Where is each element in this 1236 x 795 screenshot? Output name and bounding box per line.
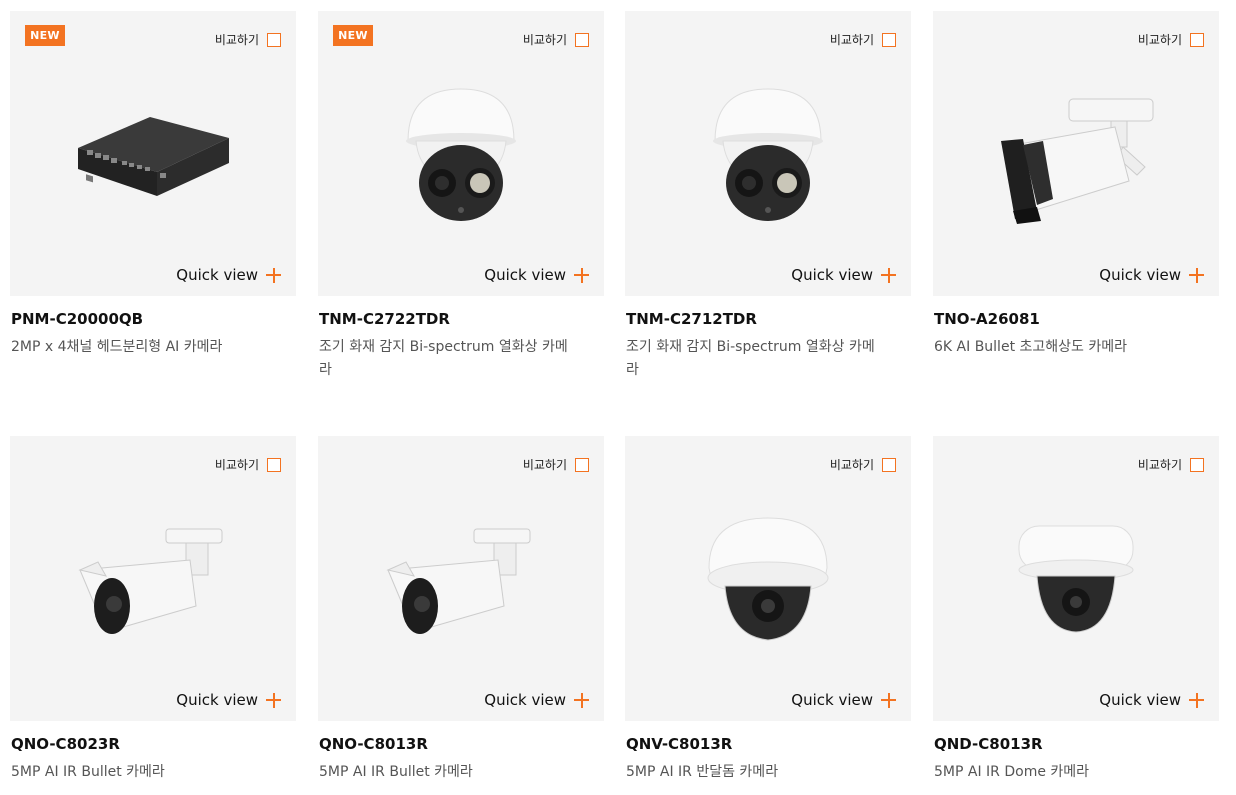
- product-description: 5MP AI IR Bullet 카메라: [319, 764, 473, 780]
- bullet-camera-icon: [386, 528, 531, 634]
- quick-view-label: Quick view: [176, 266, 258, 284]
- plus-icon: [574, 267, 589, 283]
- product-thumbnail[interactable]: 비교하기 Quick view: [933, 11, 1219, 296]
- plus-icon: [574, 692, 589, 708]
- large-bullet-camera-icon: [1001, 98, 1154, 224]
- bullet-camera-icon: [78, 528, 223, 634]
- plus-icon: [1189, 267, 1204, 283]
- quick-view-label: Quick view: [791, 691, 873, 709]
- product-description: 조기 화재 감지 Bi-spectrum 열화상 카메라: [319, 339, 568, 378]
- quick-view-label: Quick view: [1099, 266, 1181, 284]
- product-card[interactable]: 비교하기 Quick view QNV-C8013R 5MP AI IR 반달돔…: [625, 436, 911, 784]
- quick-view-label: Quick view: [176, 691, 258, 709]
- product-name[interactable]: TNO-A26081: [934, 310, 1219, 328]
- multi-channel-box-icon: [78, 117, 229, 196]
- product-name[interactable]: TNM-C2712TDR: [626, 310, 911, 328]
- dome-camera-icon: [1018, 525, 1134, 633]
- quick-view-label: Quick view: [1099, 691, 1181, 709]
- plus-icon: [1189, 692, 1204, 708]
- quick-view-button[interactable]: Quick view: [1099, 691, 1204, 709]
- product-name[interactable]: PNM-C20000QB: [11, 310, 296, 328]
- vandal-dome-camera-icon: [707, 517, 829, 641]
- thermal-turret-camera-icon: [713, 88, 823, 221]
- product-name[interactable]: QNV-C8013R: [626, 735, 911, 753]
- quick-view-label: Quick view: [791, 266, 873, 284]
- product-card[interactable]: 비교하기 Quick view QNO-C8013R 5MP AI IR Bul…: [318, 436, 604, 784]
- product-card[interactable]: 비교하기 Quick view QND-C8013R 5MP AI IR Dom…: [933, 436, 1219, 784]
- quick-view-button[interactable]: Quick view: [791, 266, 896, 284]
- quick-view-button[interactable]: Quick view: [176, 691, 281, 709]
- product-thumbnail[interactable]: 비교하기 Quick view: [933, 436, 1219, 721]
- product-thumbnail[interactable]: 비교하기 Quick view: [318, 436, 604, 721]
- product-card[interactable]: 비교하기 Quick view TNO-A26081 6K AI Bullet …: [933, 11, 1219, 359]
- plus-icon: [881, 692, 896, 708]
- thermal-turret-camera-icon: [406, 88, 516, 221]
- quick-view-label: Quick view: [484, 691, 566, 709]
- product-thumbnail[interactable]: NEW 비교하기 Quick view: [10, 11, 296, 296]
- product-description: 5MP AI IR Bullet 카메라: [11, 764, 165, 780]
- product-name[interactable]: QNO-C8013R: [319, 735, 604, 753]
- quick-view-button[interactable]: Quick view: [484, 266, 589, 284]
- plus-icon: [266, 692, 281, 708]
- product-card[interactable]: NEW 비교하기 Quick view PNM-C20000QB 2MP x 4…: [10, 11, 296, 359]
- product-name[interactable]: TNM-C2722TDR: [319, 310, 604, 328]
- product-description: 5MP AI IR 반달돔 카메라: [626, 764, 779, 780]
- product-description: 2MP x 4채널 헤드분리형 AI 카메라: [11, 339, 223, 355]
- quick-view-button[interactable]: Quick view: [176, 266, 281, 284]
- quick-view-label: Quick view: [484, 266, 566, 284]
- plus-icon: [881, 267, 896, 283]
- product-thumbnail[interactable]: 비교하기 Quick view: [10, 436, 296, 721]
- product-card[interactable]: NEW 비교하기 Quick view TNM-C2722TDR 조기 화재 감…: [318, 11, 604, 382]
- quick-view-button[interactable]: Quick view: [791, 691, 896, 709]
- quick-view-button[interactable]: Quick view: [1099, 266, 1204, 284]
- product-card[interactable]: 비교하기 Quick view TNM-C2712TDR 조기 화재 감지 Bi…: [625, 11, 911, 382]
- product-description: 조기 화재 감지 Bi-spectrum 열화상 카메라: [626, 339, 875, 378]
- product-card[interactable]: 비교하기 Quick view QNO-C8023R 5MP AI IR Bul…: [10, 436, 296, 784]
- plus-icon: [266, 267, 281, 283]
- product-thumbnail[interactable]: 비교하기 Quick view: [625, 436, 911, 721]
- product-thumbnail[interactable]: NEW 비교하기 Quick view: [318, 11, 604, 296]
- product-description: 5MP AI IR Dome 카메라: [934, 764, 1090, 780]
- quick-view-button[interactable]: Quick view: [484, 691, 589, 709]
- product-thumbnail[interactable]: 비교하기 Quick view: [625, 11, 911, 296]
- product-description: 6K AI Bullet 초고해상도 카메라: [934, 339, 1127, 355]
- product-grid: NEW 비교하기 Quick view PNM-C20000QB 2MP x 4…: [0, 0, 1236, 795]
- product-name[interactable]: QND-C8013R: [934, 735, 1219, 753]
- product-name[interactable]: QNO-C8023R: [11, 735, 296, 753]
